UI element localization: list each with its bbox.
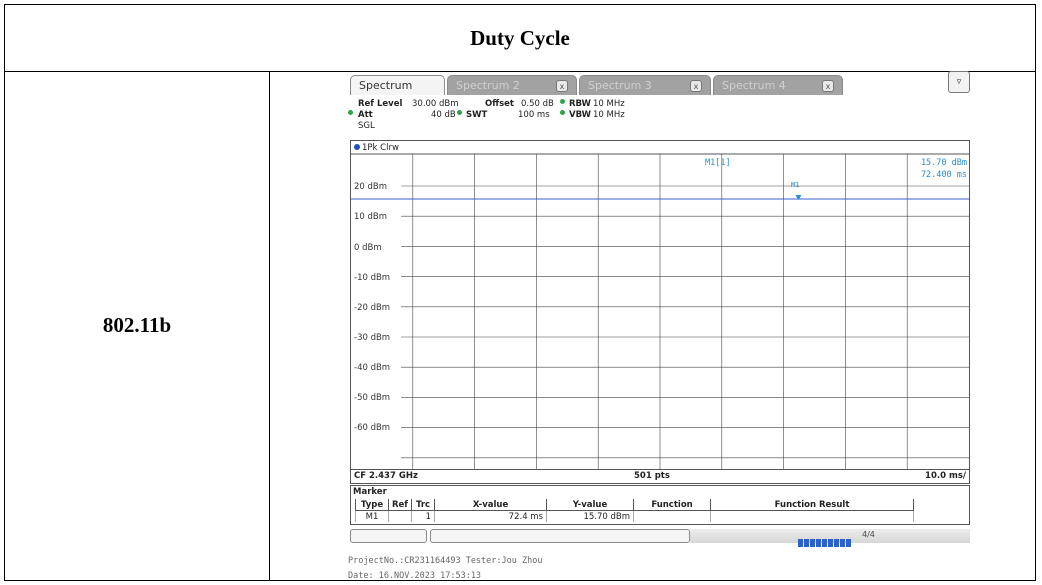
tab-label: Spectrum 4	[722, 79, 786, 92]
cell-x-value: 72.4 ms	[434, 510, 548, 522]
rbw-label: RBW	[569, 99, 591, 109]
tab-spectrum[interactable]: Spectrum	[350, 75, 445, 95]
marker-table: Type Ref Trc X-value Y-value Function Fu…	[355, 499, 915, 522]
sweep-points: 501 pts	[634, 471, 670, 481]
center-frequency: CF 2.437 GHz	[354, 471, 418, 481]
rbw-value: 10 MHz	[593, 99, 625, 109]
tab-label: Spectrum	[359, 79, 413, 92]
marker-readout-name: M1[1]	[705, 158, 731, 168]
tab-label: Spectrum 3	[588, 79, 652, 92]
marker-table-panel: Marker Type Ref Trc X-value Y-value Func…	[350, 485, 970, 525]
screenshot-cell: Spectrum Spectrum 2 x Spectrum 3 x Spect…	[270, 71, 1035, 581]
message-field[interactable]	[430, 529, 690, 543]
settings-panel: Ref Level 30.00 dBm Offset 0.50 dB RBW 1…	[348, 99, 974, 132]
close-icon[interactable]: x	[556, 80, 568, 92]
y-axis-label: -10 dBm	[354, 273, 391, 283]
status-dot-icon	[560, 110, 565, 115]
offset-value: 0.50 dB	[521, 99, 554, 109]
y-axis-label: 20 dBm	[354, 182, 388, 192]
ref-level-value: 30.00 dBm	[412, 99, 459, 109]
col-function-result: Function Result	[710, 499, 915, 511]
col-x-value: X-value	[434, 499, 548, 511]
spectrum-analyzer-screen: Spectrum Spectrum 2 x Spectrum 3 x Spect…	[348, 71, 974, 581]
col-type: Type	[355, 499, 389, 511]
vbw-label: VBW	[569, 110, 591, 120]
vbw-value: 10 MHz	[593, 110, 625, 120]
table-row[interactable]: M1 1 72.4 ms 15.70 dBm	[355, 510, 915, 522]
sweep-footer: CF 2.437 GHz 501 pts 10.0 ms/	[350, 470, 970, 484]
marker-table-title: Marker	[353, 487, 387, 497]
y-axis-label: 10 dBm	[354, 212, 388, 222]
col-function: Function	[633, 499, 712, 511]
close-icon[interactable]: x	[822, 80, 834, 92]
tab-spectrum-4[interactable]: Spectrum 4 x	[713, 75, 843, 95]
marker-tag: M1	[791, 181, 800, 189]
cell-trc: 1	[411, 510, 436, 522]
close-icon[interactable]: x	[690, 80, 702, 92]
status-bar: 4/4	[350, 529, 970, 547]
swt-label: SWT	[466, 110, 488, 120]
table-title: Duty Cycle	[5, 5, 1035, 72]
y-axis-label: -30 dBm	[354, 333, 391, 343]
sweep-progress-bar	[798, 532, 856, 547]
sweep-count: 4/4	[862, 530, 875, 539]
status-dot-icon	[457, 110, 462, 115]
col-ref: Ref	[387, 499, 413, 511]
spectrum-plot[interactable]: 1Pk Clrw 20 dBm 10 dBm 0 dBm -10 dBm -20…	[350, 140, 970, 470]
y-axis-label: -40 dBm	[354, 363, 391, 373]
col-y-value: Y-value	[546, 499, 635, 511]
project-caption: ProjectNo.:CR231164493 Tester:Jou Zhou	[348, 556, 543, 566]
time-per-division: 10.0 ms/	[925, 471, 966, 481]
tab-label: Spectrum 2	[456, 79, 520, 92]
cell-y-value: 15.70 dBm	[546, 510, 635, 522]
ref-level-label: Ref Level	[358, 99, 403, 109]
marker-readout-level: 15.70 dBm	[920, 158, 967, 168]
att-value: 40 dB	[431, 110, 456, 120]
date-caption: Date: 16.NOV.2023 17:53:13	[348, 571, 482, 581]
y-axis-label: -60 dBm	[354, 423, 391, 433]
sgl-label: SGL	[358, 121, 375, 131]
tab-spectrum-3[interactable]: Spectrum 3 x	[579, 75, 711, 95]
page: Duty Cycle 802.11b Spectrum Spectrum 2 x…	[0, 0, 1042, 585]
menu-icon[interactable]: ▿	[948, 71, 970, 93]
att-label: Att	[358, 110, 373, 120]
tab-spectrum-2[interactable]: Spectrum 2 x	[447, 75, 577, 95]
tab-bar: Spectrum Spectrum 2 x Spectrum 3 x Spect…	[348, 71, 974, 97]
y-axis-label: -20 dBm	[354, 303, 391, 313]
status-dot-icon	[560, 99, 565, 104]
offset-label: Offset	[485, 99, 514, 109]
marker-readout-time: 72.400 ms	[920, 170, 967, 180]
y-axis-label: 0 dBm	[354, 243, 382, 253]
plot-grid	[351, 153, 969, 469]
cell-ref	[387, 510, 413, 522]
col-trc: Trc	[411, 499, 436, 511]
cell-function-result	[710, 510, 915, 522]
results-table: Duty Cycle 802.11b Spectrum Spectrum 2 x…	[4, 4, 1036, 581]
cell-type: M1	[355, 510, 389, 522]
y-axis-label: -50 dBm	[354, 393, 391, 403]
status-field[interactable]	[350, 529, 427, 543]
mode-label: 802.11b	[5, 71, 270, 580]
swt-value: 100 ms	[518, 110, 550, 120]
status-dot-icon	[348, 110, 353, 115]
cell-function	[633, 510, 712, 522]
